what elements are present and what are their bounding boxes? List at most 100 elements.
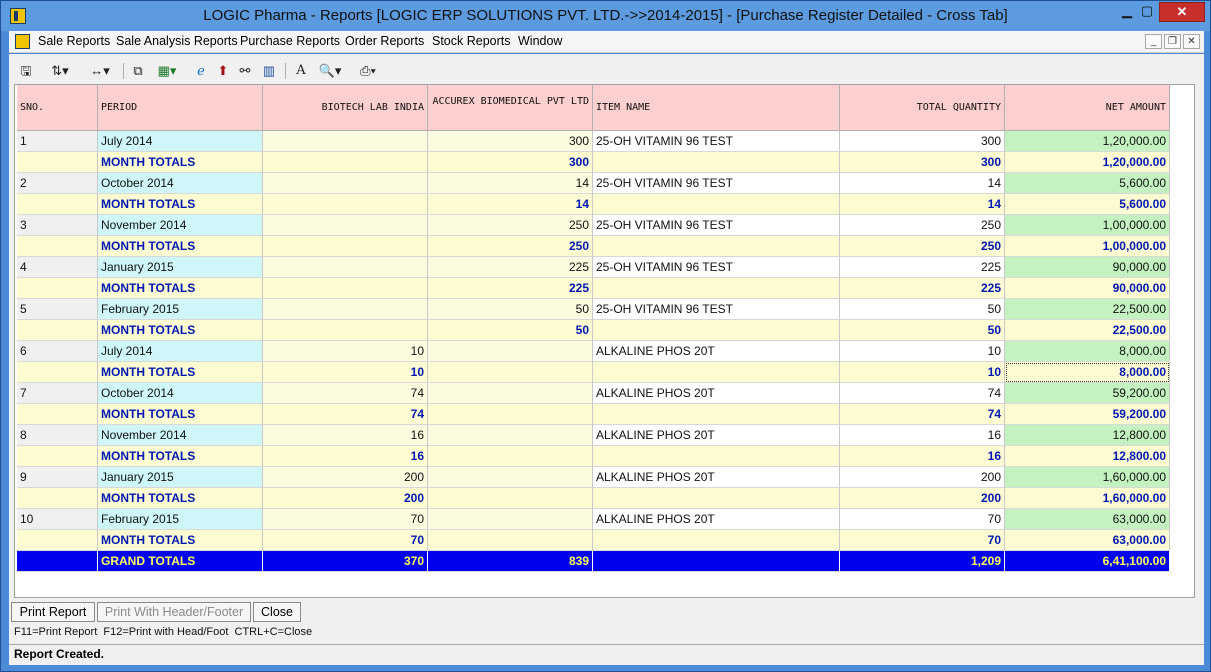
cell-item[interactable]: ALKALINE PHOS 20T — [593, 341, 840, 362]
cell-item[interactable]: ALKALINE PHOS 20T — [593, 467, 840, 488]
cell-item[interactable] — [593, 362, 840, 383]
month-total-row[interactable]: MONTH TOTALS 250 250 1,00,000.00 — [17, 236, 1170, 257]
month-total-row[interactable]: MONTH TOTALS 50 50 22,500.00 — [17, 320, 1170, 341]
mdi-child-icon[interactable] — [15, 34, 30, 49]
cell-sno[interactable]: 5 — [17, 299, 98, 320]
sort-icon[interactable]: ⇅▾ — [45, 62, 75, 80]
table-row[interactable]: 10 February 2015 70 ALKALINE PHOS 20T 70 63,0… — [17, 509, 1170, 530]
cell-qty[interactable]: 225 — [840, 278, 1005, 299]
cell-sno[interactable]: 6 — [17, 341, 98, 362]
month-total-row[interactable]: MONTH TOTALS 74 74 59,200.00 — [17, 404, 1170, 425]
cell-sno[interactable]: 2 — [17, 173, 98, 194]
cell-accurex[interactable] — [428, 341, 593, 362]
excel-icon[interactable]: ▦▾ — [152, 62, 182, 80]
close-button[interactable]: Close — [253, 602, 301, 622]
cell-net[interactable]: 5,600.00 — [1005, 173, 1170, 194]
cell-biotech[interactable] — [263, 173, 428, 194]
menu-window[interactable]: Window — [518, 34, 562, 48]
cell-item[interactable]: ALKALINE PHOS 20T — [593, 425, 840, 446]
cell-biotech[interactable] — [263, 131, 428, 152]
cell-period[interactable]: MONTH TOTALS — [98, 152, 263, 173]
month-total-row[interactable]: MONTH TOTALS 16 16 12,800.00 — [17, 446, 1170, 467]
cell-biotech[interactable] — [263, 236, 428, 257]
cell-biotech[interactable] — [263, 299, 428, 320]
cell-qty[interactable]: 74 — [840, 383, 1005, 404]
cell-biotech[interactable]: 10 — [263, 341, 428, 362]
cell-qty[interactable]: 70 — [840, 509, 1005, 530]
cell-accurex[interactable] — [428, 530, 593, 551]
cell-qty[interactable]: 16 — [840, 425, 1005, 446]
cell-sno[interactable] — [17, 152, 98, 173]
table-row[interactable]: 1 July 2014 300 25-OH VITAMIN 96 TEST 300 1,2… — [17, 131, 1170, 152]
cell-biotech[interactable]: 200 — [263, 467, 428, 488]
grand-total-row[interactable]: GRAND TOTALS 370 839 1,209 6,41,100.00 — [17, 551, 1170, 572]
cell-biotech[interactable]: 200 — [263, 488, 428, 509]
cell-item[interactable]: 25-OH VITAMIN 96 TEST — [593, 131, 840, 152]
cell-net[interactable]: 1,00,000.00 — [1005, 236, 1170, 257]
cell-period[interactable]: MONTH TOTALS — [98, 488, 263, 509]
cell-sno[interactable]: 7 — [17, 383, 98, 404]
cell-qty[interactable]: 50 — [840, 320, 1005, 341]
copy-icon[interactable]: ⧉ — [129, 62, 147, 80]
cell-period[interactable]: November 2014 — [98, 425, 263, 446]
cell-biotech[interactable] — [263, 257, 428, 278]
cell-net[interactable]: 6,41,100.00 — [1005, 551, 1170, 572]
cell-net[interactable]: 5,600.00 — [1005, 194, 1170, 215]
cell-biotech[interactable] — [263, 194, 428, 215]
cell-biotech[interactable] — [263, 152, 428, 173]
table-row[interactable]: 9 January 2015 200 ALKALINE PHOS 20T 200 1,60… — [17, 467, 1170, 488]
cell-qty[interactable]: 14 — [840, 194, 1005, 215]
cell-period[interactable]: MONTH TOTALS — [98, 320, 263, 341]
cell-sno[interactable] — [17, 446, 98, 467]
internet-explorer-icon[interactable]: ℯ — [192, 62, 210, 80]
cell-net[interactable]: 8,000.00 — [1005, 341, 1170, 362]
cell-item[interactable] — [593, 551, 840, 572]
cell-sno[interactable]: 1 — [17, 131, 98, 152]
cell-period[interactable]: February 2015 — [98, 509, 263, 530]
cell-item[interactable]: 25-OH VITAMIN 96 TEST — [593, 299, 840, 320]
cell-period[interactable]: MONTH TOTALS — [98, 446, 263, 467]
cell-accurex[interactable]: 250 — [428, 215, 593, 236]
menu-sale-reports[interactable]: Sale Reports — [38, 34, 110, 48]
month-total-row[interactable]: MONTH TOTALS 225 225 90,000.00 — [17, 278, 1170, 299]
report-grid[interactable]: SNO. PERIOD BIOTECH LAB INDIA ACCUREX BI… — [14, 84, 1195, 598]
print-preview-icon[interactable]: 🔍▾ — [313, 62, 347, 80]
save-icon[interactable]: 🖫 — [17, 62, 35, 80]
cell-item[interactable]: 25-OH VITAMIN 96 TEST — [593, 257, 840, 278]
cell-net[interactable]: 1,60,000.00 — [1005, 488, 1170, 509]
cell-accurex[interactable]: 250 — [428, 236, 593, 257]
cell-biotech[interactable]: 70 — [263, 509, 428, 530]
table-row[interactable]: 8 November 2014 16 ALKALINE PHOS 20T 16 12,80… — [17, 425, 1170, 446]
menu-stock-reports[interactable]: Stock Reports — [432, 34, 511, 48]
cell-sno[interactable] — [17, 320, 98, 341]
header-biotech-lab-india[interactable]: BIOTECH LAB INDIA — [263, 85, 428, 131]
cell-net[interactable]: 1,20,000.00 — [1005, 152, 1170, 173]
cell-sno[interactable]: 8 — [17, 425, 98, 446]
cell-item[interactable] — [593, 320, 840, 341]
cell-accurex[interactable] — [428, 404, 593, 425]
cell-qty[interactable]: 70 — [840, 530, 1005, 551]
up-arrow-icon[interactable]: ⬆ — [214, 62, 232, 80]
cell-item[interactable] — [593, 530, 840, 551]
month-total-row[interactable]: MONTH TOTALS 300 300 1,20,000.00 — [17, 152, 1170, 173]
cell-period[interactable]: July 2014 — [98, 131, 263, 152]
table-row[interactable]: 4 January 2015 225 25-OH VITAMIN 96 TEST 225… — [17, 257, 1170, 278]
cell-net[interactable]: 59,200.00 — [1005, 383, 1170, 404]
cell-sno[interactable] — [17, 551, 98, 572]
cell-sno[interactable] — [17, 362, 98, 383]
header-net-amount[interactable]: NET AMOUNT — [1005, 85, 1170, 131]
cell-accurex[interactable] — [428, 509, 593, 530]
cell-sno[interactable] — [17, 404, 98, 425]
cell-net[interactable]: 59,200.00 — [1005, 404, 1170, 425]
cell-qty[interactable]: 200 — [840, 467, 1005, 488]
cell-qty[interactable]: 16 — [840, 446, 1005, 467]
cell-item[interactable] — [593, 152, 840, 173]
cell-period[interactable]: MONTH TOTALS — [98, 404, 263, 425]
cell-biotech[interactable]: 16 — [263, 446, 428, 467]
cell-item[interactable] — [593, 236, 840, 257]
cell-item[interactable]: ALKALINE PHOS 20T — [593, 383, 840, 404]
cell-period[interactable]: MONTH TOTALS — [98, 362, 263, 383]
menu-sale-analysis-reports[interactable]: Sale Analysis Reports — [116, 34, 238, 48]
cell-period[interactable]: November 2014 — [98, 215, 263, 236]
cell-biotech[interactable] — [263, 278, 428, 299]
